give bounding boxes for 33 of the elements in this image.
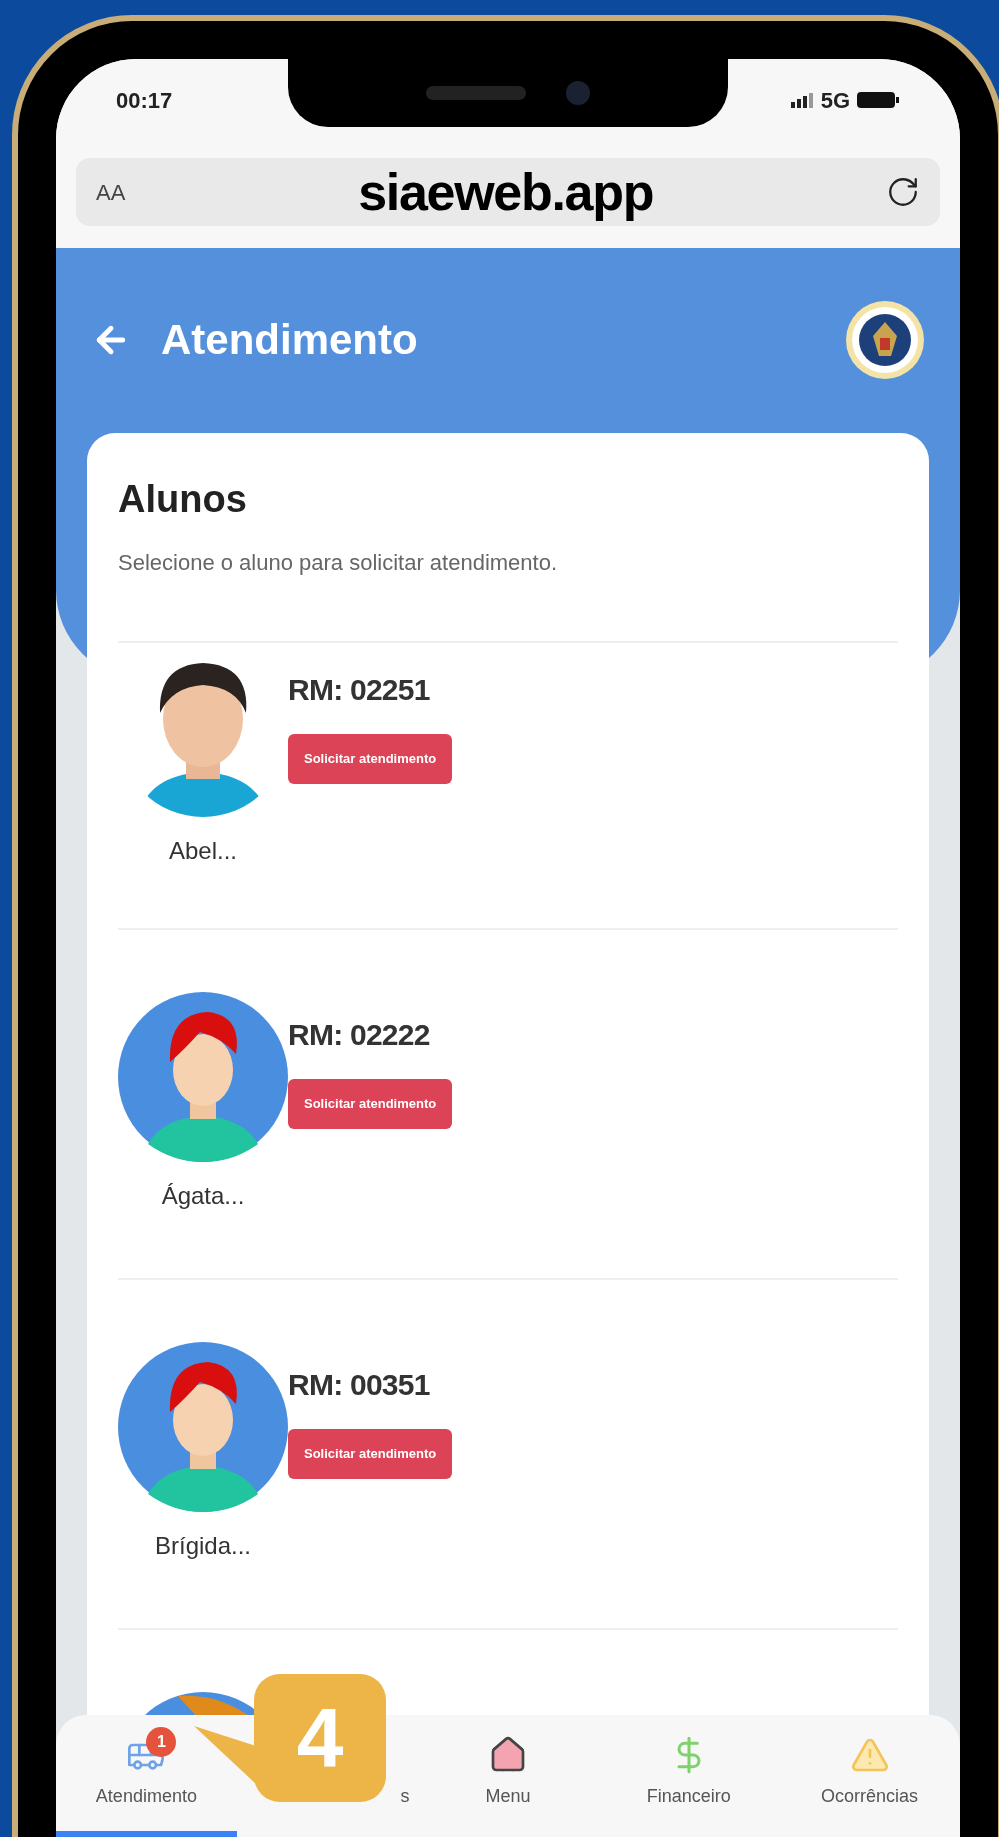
nav-label: Menu (485, 1785, 531, 1808)
address-bar[interactable]: AA siaeweb.app (76, 158, 940, 226)
page-title: Atendimento (161, 315, 418, 365)
student-rm: RM: 00351 (288, 1367, 430, 1403)
student-name: Ágata... (161, 1181, 245, 1208)
avatar-icon (118, 992, 288, 1162)
nav-label: Atendimento (95, 1785, 197, 1808)
network-label: 5G (820, 86, 850, 115)
nav-tab[interactable]: Ocorrências (779, 1715, 960, 1837)
url-text: siaeweb.app (358, 162, 654, 223)
seal-icon (845, 300, 925, 380)
battery-icon (856, 90, 900, 110)
student-rm: RM: 02251 (288, 672, 430, 708)
request-service-button[interactable]: Solicitar atendimento (288, 734, 453, 784)
step-badge: 4 (254, 1674, 386, 1802)
reload-icon[interactable] (886, 175, 920, 209)
nav-tab[interactable]: Financeiro (598, 1715, 780, 1837)
callout-pointer (194, 1724, 256, 1784)
student-name: Abel... (168, 836, 237, 863)
request-service-button[interactable]: Solicitar atendimento (288, 1429, 453, 1479)
nav-tab[interactable]: Menu (417, 1715, 599, 1837)
signal-icon (790, 92, 815, 108)
avatar-icon (118, 1342, 288, 1512)
nav-label: Ocorrências (821, 1785, 919, 1808)
text-size-button[interactable]: AA (96, 175, 126, 209)
notification-badge: 1 (146, 1727, 177, 1757)
student-rm: RM: 02222 (288, 1017, 430, 1053)
request-service-button[interactable]: Solicitar atendimento (288, 1079, 453, 1129)
status-time: 00:17 (116, 86, 173, 115)
card-subtitle: Selecione o aluno para solicitar atendimento. (118, 549, 559, 577)
card-title: Alunos (118, 477, 248, 522)
student-name: Brígida... (154, 1531, 251, 1558)
nav-label: Financeiro (646, 1785, 731, 1808)
